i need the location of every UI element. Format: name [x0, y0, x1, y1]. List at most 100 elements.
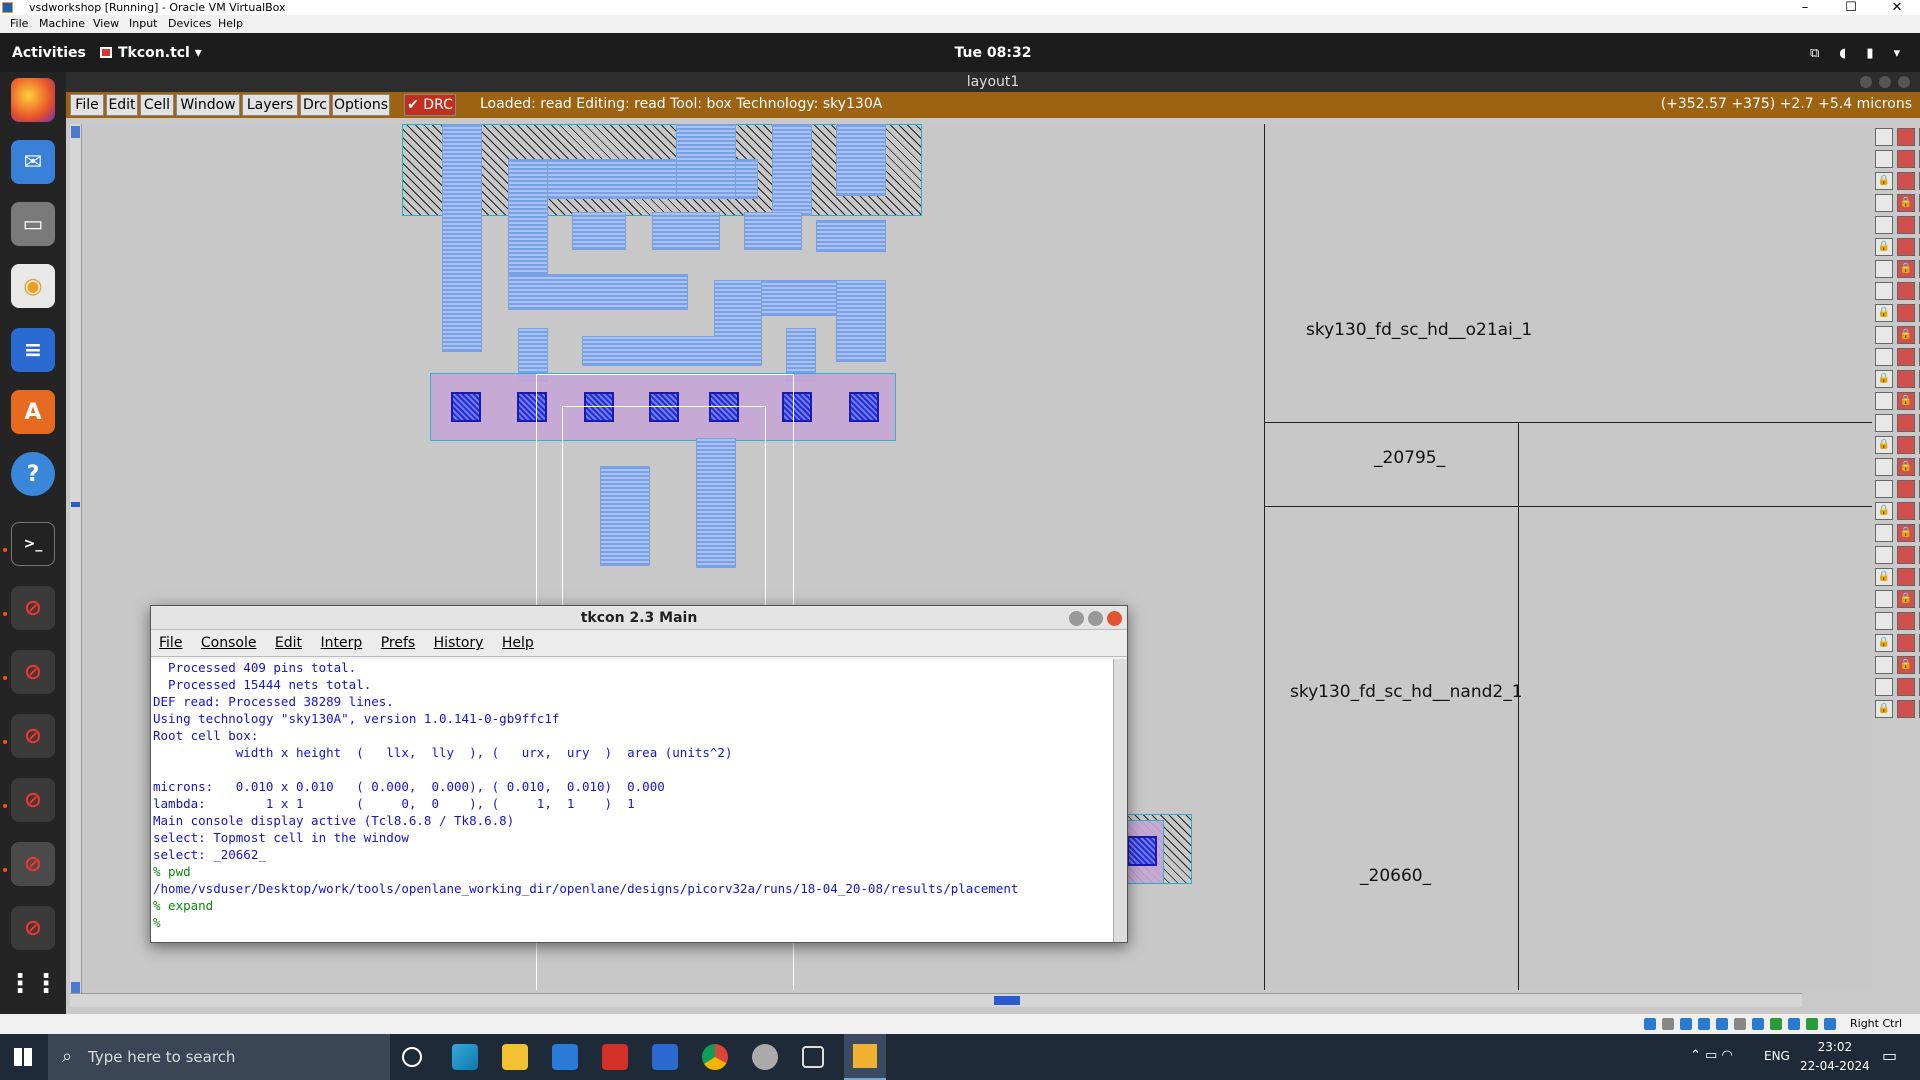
- layer-swatch[interactable]: [1897, 700, 1915, 718]
- vbox-menu-input[interactable]: Input: [129, 15, 157, 33]
- drc-toggle[interactable]: ✔ DRC: [404, 94, 456, 116]
- layer-swatch[interactable]: 🔒: [1897, 260, 1915, 278]
- close-button[interactable]: [1107, 611, 1122, 626]
- vbox-menu-help[interactable]: Help: [218, 15, 243, 33]
- magic-menu-layers[interactable]: Layers: [242, 94, 298, 116]
- console-scrollbar[interactable]: [1113, 659, 1127, 942]
- minimize-button[interactable]: –: [1782, 0, 1828, 15]
- app-icon[interactable]: [752, 1044, 778, 1070]
- virtualbox-vm-taskbar-button[interactable]: [844, 1034, 886, 1080]
- layer-swatch[interactable]: 🔒: [1897, 524, 1915, 542]
- layer-swatch[interactable]: [1875, 128, 1893, 146]
- taskbar-clock[interactable]: 23:02 22-04-2024: [1800, 1038, 1870, 1076]
- vertical-scroll-thumb[interactable]: [71, 502, 80, 507]
- clock[interactable]: Tue 08:32: [0, 45, 1920, 61]
- layer-swatch[interactable]: [1897, 678, 1915, 696]
- audio-icon[interactable]: [1680, 1018, 1692, 1030]
- mail-icon[interactable]: [652, 1044, 678, 1070]
- layer-swatch[interactable]: [1897, 304, 1915, 322]
- layer-swatch[interactable]: 🔒: [1875, 238, 1893, 256]
- blocked-app-icon[interactable]: ⊘: [11, 586, 55, 630]
- network-icon[interactable]: [1698, 1018, 1710, 1030]
- edge-icon[interactable]: [452, 1044, 478, 1070]
- magic-menu-cell[interactable]: Cell: [140, 94, 174, 116]
- layer-swatch[interactable]: [1875, 260, 1893, 278]
- layer-swatch[interactable]: [1875, 458, 1893, 476]
- layer-swatch[interactable]: 🔒: [1897, 392, 1915, 410]
- layer-swatch[interactable]: [1897, 502, 1915, 520]
- terminal-icon[interactable]: >_: [11, 522, 55, 566]
- usb-icon[interactable]: [1716, 1018, 1728, 1030]
- blocked-app-icon[interactable]: ⊘: [11, 714, 55, 758]
- cpu-icon[interactable]: [1788, 1018, 1800, 1030]
- mouse-icon[interactable]: [1806, 1018, 1818, 1030]
- layer-swatch[interactable]: [1897, 348, 1915, 366]
- layer-swatch[interactable]: [1875, 282, 1893, 300]
- writer-icon[interactable]: ≡: [11, 328, 55, 372]
- office-icon[interactable]: [602, 1044, 628, 1070]
- file-explorer-icon[interactable]: [502, 1044, 528, 1070]
- virtualbox-manager-icon[interactable]: [802, 1046, 824, 1068]
- chrome-icon[interactable]: [702, 1044, 728, 1070]
- layer-swatch[interactable]: [1897, 612, 1915, 630]
- minimize-button[interactable]: [1860, 76, 1872, 88]
- layer-swatch[interactable]: [1897, 480, 1915, 498]
- tkcon-menu-console[interactable]: Console: [201, 635, 257, 651]
- vertical-scrollbar[interactable]: [70, 124, 82, 999]
- close-button[interactable]: ✕: [1874, 0, 1920, 15]
- layer-swatch[interactable]: 🔒: [1875, 304, 1893, 322]
- horizontal-scrollbar[interactable]: [70, 993, 1802, 1007]
- layer-swatch[interactable]: 🔒: [1897, 656, 1915, 674]
- thunderbird-icon[interactable]: ✉: [11, 140, 55, 184]
- layer-swatch[interactable]: [1897, 172, 1915, 190]
- language-indicator[interactable]: ENG: [1764, 1049, 1790, 1063]
- recording-icon[interactable]: [1770, 1018, 1782, 1030]
- layer-swatch[interactable]: 🔒: [1875, 172, 1893, 190]
- blocked-app-icon[interactable]: ⊘: [11, 650, 55, 694]
- layer-swatch[interactable]: [1875, 150, 1893, 168]
- layer-swatch[interactable]: 🔒: [1897, 458, 1915, 476]
- layer-swatch[interactable]: [1875, 414, 1893, 432]
- layer-swatch[interactable]: [1897, 634, 1915, 652]
- vbox-menu-machine[interactable]: Machine: [39, 15, 85, 33]
- maximize-button[interactable]: [1088, 611, 1103, 626]
- tkcon-menu-help[interactable]: Help: [502, 635, 534, 651]
- layer-swatch[interactable]: 🔒: [1875, 370, 1893, 388]
- search-box[interactable]: ⌕ Type here to search: [48, 1034, 390, 1080]
- tkcon-menu-prefs[interactable]: Prefs: [381, 635, 415, 651]
- console-prompt[interactable]: %: [153, 914, 1113, 931]
- layer-swatch[interactable]: 🔒: [1875, 634, 1893, 652]
- layer-swatch[interactable]: [1875, 216, 1893, 234]
- tkcon-menu-file[interactable]: File: [159, 635, 182, 651]
- layer-swatch[interactable]: [1875, 480, 1893, 498]
- tkcon-menu-interp[interactable]: Interp: [321, 635, 363, 651]
- layer-swatch[interactable]: [1897, 238, 1915, 256]
- layer-swatch[interactable]: [1875, 678, 1893, 696]
- help-icon[interactable]: ?: [11, 452, 55, 496]
- rhythmbox-icon[interactable]: ◉: [11, 264, 55, 308]
- layer-palette[interactable]: 🔒🔒🔒🔒🔒🔒🔒🔒🔒🔒🔒🔒🔒🔒🔒🔒🔒🔒🔒🔒🔒🔒🔒🔒🔒🔒🔒🔒🔒🔒🔒🔒🔒🔒🔒🔒🔒🔒🔒🔒…: [1875, 128, 1920, 728]
- layer-swatch[interactable]: 🔒: [1897, 194, 1915, 212]
- hdd-icon[interactable]: [1644, 1018, 1656, 1030]
- magic-menu-drc[interactable]: Drc: [300, 94, 330, 116]
- maximize-button[interactable]: ☐: [1828, 0, 1874, 15]
- layer-swatch[interactable]: [1875, 326, 1893, 344]
- layer-swatch[interactable]: 🔒: [1875, 436, 1893, 454]
- system-tray[interactable]: ⧉ ◖ ▮ ▾: [1810, 46, 1908, 61]
- minimize-button[interactable]: [1069, 611, 1084, 626]
- blocked-app-icon[interactable]: ⊘: [11, 778, 55, 822]
- layer-swatch[interactable]: [1897, 370, 1915, 388]
- show-apps-icon[interactable]: ⋮⋮: [7, 962, 59, 1006]
- tkcon-menu-edit[interactable]: Edit: [275, 635, 302, 651]
- layer-swatch[interactable]: [1875, 348, 1893, 366]
- software-icon[interactable]: A: [11, 390, 55, 434]
- layer-swatch[interactable]: 🔒: [1875, 568, 1893, 586]
- magic-menu-file[interactable]: File: [70, 94, 104, 116]
- magic-menu-edit[interactable]: Edit: [106, 94, 138, 116]
- layer-swatch[interactable]: [1875, 524, 1893, 542]
- maximize-button[interactable]: [1879, 76, 1891, 88]
- layer-swatch[interactable]: [1897, 128, 1915, 146]
- optical-icon[interactable]: [1662, 1018, 1674, 1030]
- layer-swatch[interactable]: [1897, 436, 1915, 454]
- vbox-menu-devices[interactable]: Devices: [168, 15, 211, 33]
